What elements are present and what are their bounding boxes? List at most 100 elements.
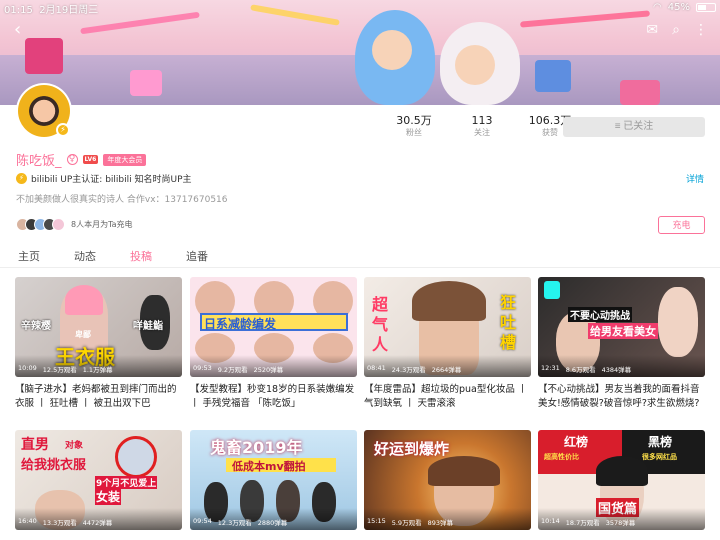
video-card[interactable]: 超 气 人 狂 吐 槽 08:41 24.3万观看 2664弹幕 【年度雷品】超…	[364, 277, 531, 411]
thumb-caption: 黑榜	[648, 435, 673, 449]
video-danmaku: 1.1万弹幕	[82, 366, 113, 374]
video-thumbnail: 红榜 黑榜 超高性价比 很多网红品 国货篇 10:14 18.7万观看 3578…	[538, 430, 705, 530]
verified-icon: ⚡	[16, 173, 27, 184]
video-views: 24.3万观看	[391, 366, 426, 374]
video-views: 5.9万观看	[391, 519, 422, 527]
battery-percent: 45%	[667, 1, 690, 13]
thumb-hair	[596, 456, 648, 486]
thumb-caption: 红榜	[564, 435, 589, 449]
thumb-hair	[65, 285, 103, 315]
thumb-caption: 不要心动挑战	[568, 307, 632, 322]
avatar[interactable]: ⚡	[16, 83, 72, 139]
video-title	[190, 536, 357, 540]
video-thumbnail: 不要心动挑战 给男友看美女 12:31 8.6万观看 4384弹幕	[538, 277, 705, 377]
level-badge: LV6	[82, 155, 99, 164]
detail-link[interactable]: 详情	[686, 172, 704, 185]
video-title: 【脑子进水】老妈都被丑到摔门而出的衣服 丨 狂吐槽 丨 被丑出双下巴	[15, 384, 177, 409]
stat-value: 30.5万	[396, 114, 432, 127]
thumb-hair	[412, 281, 486, 321]
fan-avatar	[52, 218, 65, 231]
stat-label: 关注	[474, 128, 490, 137]
thumb-caption: 直男	[21, 437, 49, 453]
vip-badge: 年度大会员	[103, 153, 147, 166]
thumb-caption: 女装	[95, 488, 122, 505]
thumb-caption: 给男友看美女	[588, 323, 658, 339]
video-title: 【不心动挑战】男友当着我的面看抖音美女!感情破裂?破音惊呼?求生欲燃烧?	[538, 384, 700, 409]
video-card[interactable]: 好运到爆炸 15:15 5.9万观看 893弹幕	[364, 430, 531, 540]
thumb-caption: 超高性价比	[544, 453, 579, 461]
thumb-caption: 好运到爆炸	[374, 440, 450, 458]
thumb-caption: 鬼畜2019年	[210, 438, 303, 457]
gift-box	[25, 38, 63, 74]
video-danmaku: 3578弹幕	[605, 519, 636, 527]
verification-text: bilibili UP主认证: bilibili 知名时尚UP主	[31, 175, 192, 185]
video-duration: 10:14	[541, 517, 560, 525]
tab-bangumi[interactable]: 追番	[186, 248, 208, 264]
thumb-person	[658, 287, 698, 357]
thumb-caption: 辛辣樱	[21, 321, 51, 332]
followed-button[interactable]: ≡ 已关注	[563, 117, 705, 137]
video-danmaku: 2664弹幕	[431, 366, 462, 374]
search-icon[interactable]: ⌕	[672, 20, 680, 40]
tab-uploads[interactable]: 投稿	[130, 248, 152, 264]
mascot-face	[455, 45, 495, 85]
mail-icon[interactable]: ✉	[646, 20, 658, 40]
video-thumbnail: 日系减龄编发 09:53 9.2万观看 2520弹幕	[190, 277, 357, 377]
tab-home[interactable]: 主页	[18, 248, 40, 264]
video-card[interactable]: 鬼畜2019年 低成本mv翻拍 09:54 12.3万观看 2880弹幕	[190, 430, 357, 540]
thumb-caption: 对象	[65, 441, 84, 451]
gift-box	[620, 80, 660, 105]
thumb-caption: 人	[372, 335, 389, 354]
tiktok-logo-icon	[544, 281, 560, 299]
video-duration: 09:53	[193, 364, 212, 372]
header-actions: ✉ ⌕ ⋮	[646, 20, 708, 40]
video-card[interactable]: 红榜 黑榜 超高性价比 很多网红品 国货篇 10:14 18.7万观看 3578…	[538, 430, 705, 540]
video-duration: 09:54	[193, 517, 212, 525]
gift-box	[535, 60, 571, 92]
video-meta: 16:40 13.3万观看 4472弹幕	[18, 517, 179, 527]
video-card[interactable]: 直男 对象 给我挑衣服 9个月不见爱上 女装 16:40 13.3万观看 447…	[15, 430, 182, 540]
status-time-date: 01:15 2月19日周三	[4, 1, 98, 16]
video-card[interactable]: 辛辣樱 卑鄙 王衣服 咩鮭鮨 10:09 12.5万观看 1.1万弹幕 【脑子进…	[15, 277, 182, 411]
username: 陈吃饭_	[16, 154, 62, 169]
stat-value: 113	[471, 114, 493, 127]
stat-label: 粉丝	[406, 128, 422, 137]
video-duration: 15:15	[367, 517, 386, 525]
video-danmaku: 4472弹幕	[82, 519, 113, 527]
video-title: 【年度雷品】超垃圾的pua型化妆品 丨 气到缺氧 丨 天雷滚滚	[364, 384, 528, 409]
tab-dynamic[interactable]: 动态	[74, 248, 96, 264]
status-time: 01:15	[4, 5, 33, 16]
status-bar: 01:15 2月19日周三 ◠ 45%	[0, 0, 720, 16]
video-card[interactable]: 日系减龄编发 09:53 9.2万观看 2520弹幕 【发型教程】秒变18岁的日…	[190, 277, 357, 411]
video-duration: 10:09	[18, 364, 37, 372]
back-arrow-icon[interactable]: ‹	[14, 20, 21, 40]
video-views: 18.7万观看	[565, 519, 600, 527]
status-right: ◠ 45%	[653, 1, 716, 13]
profile-banner	[0, 0, 720, 105]
charge-button[interactable]: 充电	[658, 216, 705, 234]
video-meta: 15:15 5.9万观看 893弹幕	[367, 517, 528, 527]
video-danmaku: 4384弹幕	[601, 366, 632, 374]
thumb-caption: 日系减龄编发	[204, 317, 277, 331]
video-meta: 12:31 8.6万观看 4384弹幕	[541, 364, 702, 374]
more-icon[interactable]: ⋮	[694, 20, 708, 40]
charge-fans-row[interactable]: 8人本月为Ta充电	[16, 218, 133, 231]
video-views: 13.3万观看	[42, 519, 77, 527]
stat-fans[interactable]: 30.5万 粉丝	[380, 114, 448, 139]
video-title: 【发型教程】秒变18岁的日系装嫩编发 丨 手残党福音 「陈吃饭」	[190, 384, 355, 409]
wifi-icon: ◠	[653, 1, 662, 13]
video-views: 12.3万观看	[217, 519, 252, 527]
charge-count-text: 8人本月为Ta充电	[71, 220, 133, 229]
video-thumbnail: 超 气 人 狂 吐 槽 08:41 24.3万观看 2664弹幕	[364, 277, 531, 377]
video-title	[15, 536, 182, 540]
stat-following[interactable]: 113 关注	[448, 114, 516, 139]
video-card[interactable]: 不要心动挑战 给男友看美女 12:31 8.6万观看 4384弹幕 【不心动挑战…	[538, 277, 705, 411]
thumb-caption: 很多网红品	[642, 453, 677, 461]
video-thumbnail: 直男 对象 给我挑衣服 9个月不见爱上 女装 16:40 13.3万观看 447…	[15, 430, 182, 530]
thumb-hair	[428, 456, 500, 486]
verified-badge-icon: ⚡	[56, 123, 70, 137]
profile-tabs: 主页 动态 投稿 追番	[0, 242, 720, 268]
video-meta: 09:53 9.2万观看 2520弹幕	[193, 364, 354, 374]
thumb-caption: 咩鮭鮨	[133, 321, 163, 332]
bio: 不加美颜做人很真实的诗人 合作vx：13717670516	[16, 195, 228, 205]
